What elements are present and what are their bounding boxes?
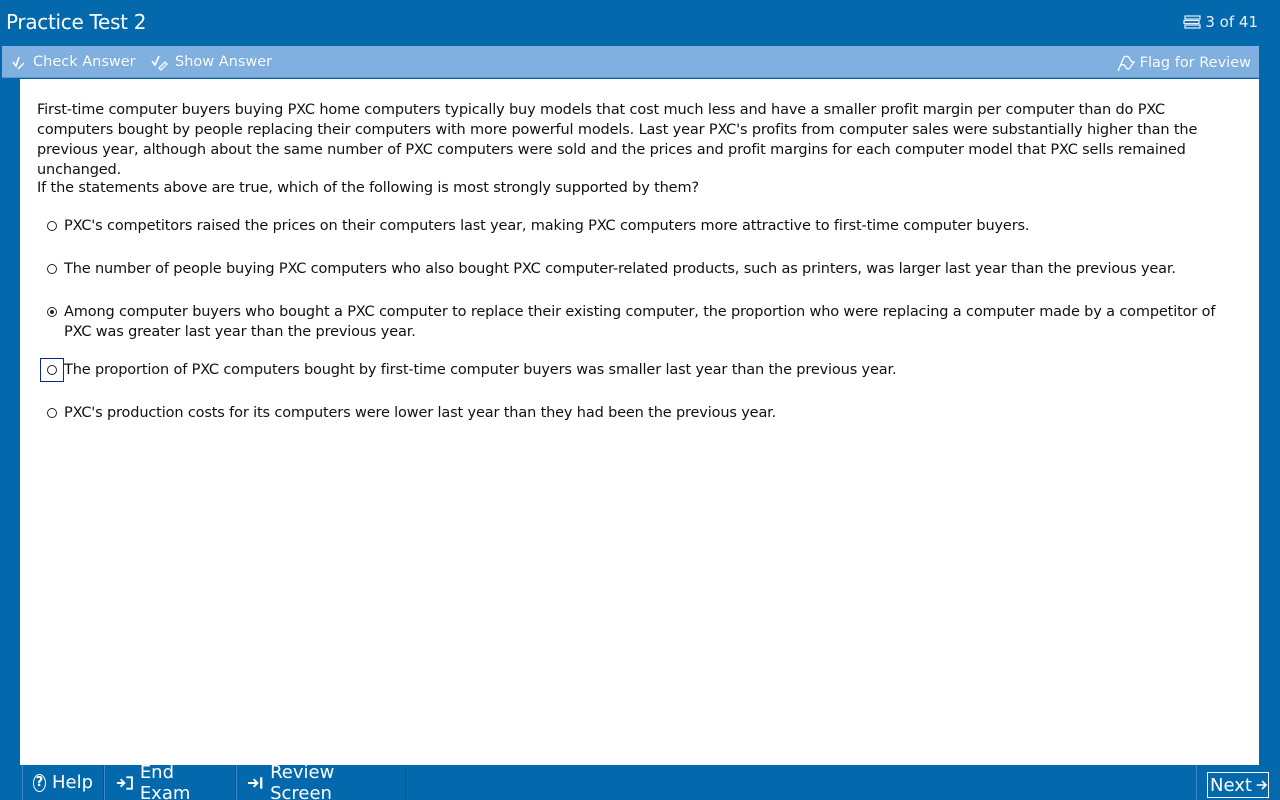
flag-for-review-label: Flag for Review: [1139, 55, 1251, 71]
check-answer-label: Check Answer: [33, 54, 136, 70]
toolbar: Check Answer Show Answer Flag for Review: [2, 46, 1259, 78]
arrow-right-icon: [1256, 780, 1268, 790]
review-screen-icon: [247, 776, 263, 789]
show-answer-button[interactable]: Show Answer: [150, 53, 272, 71]
review-screen-button[interactable]: Review Screen: [236, 761, 406, 800]
answer-option-b[interactable]: The number of people buying PXC computer…: [40, 259, 1220, 281]
radio-button-b[interactable]: [40, 257, 64, 281]
next-button[interactable]: Next: [1207, 772, 1269, 798]
answer-option-text: The number of people buying PXC computer…: [64, 261, 1176, 277]
next-label: Next: [1210, 774, 1252, 796]
check-pencil-icon: [12, 56, 25, 70]
review-screen-label: Review Screen: [270, 761, 335, 800]
radio-button-c[interactable]: [40, 300, 64, 324]
end-exam-icon: [116, 775, 133, 790]
answer-option-text: The proportion of PXC computers bought b…: [64, 362, 897, 378]
flag-for-review-button[interactable]: Flag for Review: [1115, 53, 1251, 73]
bottom-bar: ? Help End Exam Review Screen Next: [20, 761, 1269, 800]
answer-option-a[interactable]: PXC's competitors raised the prices on t…: [40, 216, 1220, 238]
radio-button-e[interactable]: [40, 401, 64, 425]
next-button-area: Next: [1196, 765, 1269, 800]
counter-text: 3 of 41: [1205, 13, 1258, 31]
end-exam-label: End Exam: [139, 761, 191, 800]
answer-option-text: Among computer buyers who bought a PXC c…: [64, 304, 1216, 340]
stack-icon: [1183, 15, 1201, 29]
answer-option-text: PXC's production costs for its computers…: [64, 405, 777, 421]
answer-option-c[interactable]: Among computer buyers who bought a PXC c…: [40, 302, 1220, 342]
answer-option-d[interactable]: The proportion of PXC computers bought b…: [40, 358, 1220, 382]
question-stimulus: First-time computer buyers buying PXC ho…: [37, 102, 1198, 178]
answer-option-text: PXC's competitors raised the prices on t…: [64, 218, 1030, 234]
window-title: Practice Test 2: [6, 10, 147, 34]
answer-option-e[interactable]: PXC's production costs for its computers…: [40, 403, 1220, 425]
help-button[interactable]: ? Help: [22, 765, 104, 800]
question-counter: 3 of 41: [1183, 13, 1258, 31]
flag-icon: [1117, 55, 1135, 72]
question-prompt: If the statements above are true, which …: [37, 180, 699, 196]
question-panel: First-time computer buyers buying PXC ho…: [20, 79, 1259, 765]
radio-button-a[interactable]: [40, 214, 64, 238]
show-answer-icon: [151, 55, 168, 71]
show-answer-label: Show Answer: [175, 54, 273, 70]
end-exam-button[interactable]: End Exam: [104, 761, 236, 800]
radio-button-d[interactable]: [40, 358, 64, 382]
title-bar: Practice Test 2 3 of 41: [0, 0, 1280, 45]
check-answer-button[interactable]: Check Answer: [10, 53, 136, 71]
help-icon: ?: [33, 773, 46, 792]
help-label: Help: [51, 772, 93, 793]
